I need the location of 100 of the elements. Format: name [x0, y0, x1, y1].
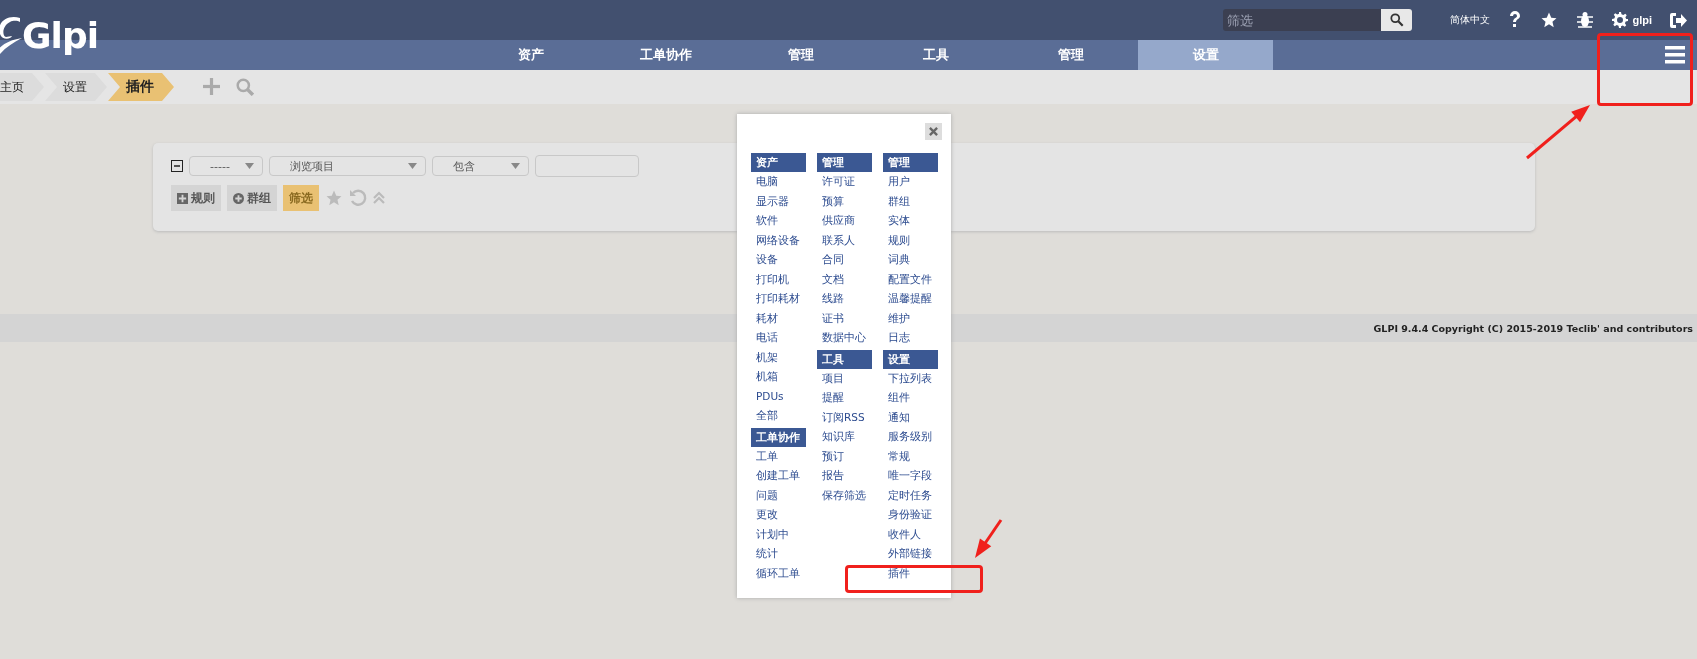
nav-tab[interactable]: 资产 — [463, 40, 598, 70]
breadcrumb-link[interactable]: 主页 — [0, 73, 44, 101]
user-button[interactable]: glpi — [1612, 12, 1652, 28]
menu-item[interactable]: 创建工单 — [751, 466, 806, 486]
menu-item[interactable]: 打印耗材 — [751, 289, 806, 309]
logo-text: Glpi — [22, 18, 98, 54]
star-icon[interactable] — [325, 189, 343, 207]
menu-item[interactable]: 统计 — [751, 544, 806, 564]
menu-item[interactable]: 许可证 — [817, 172, 872, 192]
add-rule-button[interactable]: 规则 — [171, 185, 221, 211]
menu-item[interactable]: 预算 — [817, 191, 872, 211]
menu-item[interactable]: 网络设备 — [751, 230, 806, 250]
menu-item[interactable]: 通知 — [883, 407, 938, 427]
menu-item[interactable]: 耗材 — [751, 308, 806, 328]
menu-section-title: 资产 — [751, 153, 806, 172]
menu-item[interactable]: 电脑 — [751, 172, 806, 192]
operator-select[interactable]: 包含 — [432, 156, 529, 176]
menu-item[interactable]: 更改 — [751, 505, 806, 525]
copyright-text: GLPI 9.4.4 Copyright (C) 2015-2019 Teclib' and contributors — [1373, 322, 1693, 334]
menu-item[interactable]: 证书 — [817, 308, 872, 328]
menu-section-title: 工单协作 — [751, 427, 806, 447]
menu-item[interactable]: 循环工单 — [751, 563, 806, 583]
menu-item[interactable]: 群组 — [883, 191, 938, 211]
menu-item[interactable]: 组件 — [883, 388, 938, 408]
menu-item[interactable]: 联系人 — [817, 230, 872, 250]
menu-item[interactable]: 身份验证 — [883, 505, 938, 525]
star-icon — [1540, 11, 1559, 29]
menu-item[interactable]: 插件 — [883, 563, 938, 583]
menu-item[interactable]: 规则 — [883, 230, 938, 250]
help-button[interactable] — [1508, 11, 1523, 29]
menu-item[interactable]: 数据中心 — [817, 328, 872, 348]
menu-icon — [1665, 46, 1685, 64]
menu-item[interactable]: PDUs — [751, 386, 806, 406]
nav-tab[interactable]: 工具 — [868, 40, 1003, 70]
favorites-button[interactable] — [1540, 11, 1559, 29]
caret-icon — [408, 163, 417, 169]
logout-button[interactable] — [1670, 12, 1687, 28]
menu-item[interactable]: 温馨提醒 — [883, 289, 938, 309]
pointer-arrow — [1526, 105, 1590, 160]
menu-item[interactable]: 服务级别 — [883, 427, 938, 447]
menu-item[interactable]: 设备 — [751, 250, 806, 270]
menu-item[interactable]: 文档 — [817, 269, 872, 289]
menu-item[interactable]: 保存筛选 — [817, 485, 872, 505]
search-field[interactable]: 筛选 — [1223, 9, 1382, 31]
debug-button[interactable] — [1576, 11, 1595, 29]
menu-item[interactable]: 提醒 — [817, 388, 872, 408]
nav-tab[interactable]: 管理 — [733, 40, 868, 70]
menu-item[interactable]: 计划中 — [751, 524, 806, 544]
close-button[interactable] — [925, 123, 942, 140]
menu-item[interactable]: 外部链接 — [883, 544, 938, 564]
menu-item[interactable]: 实体 — [883, 211, 938, 231]
help-icon — [1508, 11, 1523, 29]
menu-item[interactable]: 软件 — [751, 211, 806, 231]
pointer-arrow — [975, 519, 1003, 558]
menu-item[interactable]: 收件人 — [883, 524, 938, 544]
gear-icon — [1612, 12, 1629, 28]
menu-item[interactable]: 预订 — [817, 446, 872, 466]
logo-swoosh-icon — [0, 14, 22, 54]
menu-item[interactable]: 定时任务 — [883, 485, 938, 505]
language-link[interactable]: 简体中文 — [1450, 13, 1491, 27]
menu-item[interactable]: 唯一字段 — [883, 466, 938, 486]
menu-item[interactable]: 维护 — [883, 308, 938, 328]
menu-item[interactable]: 机箱 — [751, 367, 806, 387]
close-icon — [929, 127, 938, 136]
menu-item[interactable]: 打印机 — [751, 269, 806, 289]
bug-icon — [1576, 11, 1595, 29]
menu-item[interactable]: 词典 — [883, 250, 938, 270]
caret-icon — [245, 163, 254, 169]
field-select[interactable]: ----- — [189, 156, 263, 176]
add-group-button[interactable]: 群组 — [227, 185, 277, 211]
menu-item[interactable]: 合同 — [817, 250, 872, 270]
menu-item[interactable]: 订阅RSS — [817, 407, 872, 427]
menu-item[interactable]: 用户 — [883, 172, 938, 192]
menu-item[interactable]: 下拉列表 — [883, 368, 938, 388]
menu-item[interactable]: 报告 — [817, 466, 872, 486]
nav-tab[interactable]: 管理 — [1003, 40, 1138, 70]
value-field[interactable] — [535, 155, 639, 177]
menu-item[interactable]: 常规 — [883, 446, 938, 466]
menu-item[interactable]: 供应商 — [817, 211, 872, 231]
menu-item[interactable]: 显示器 — [751, 191, 806, 211]
menu-item[interactable]: 项目 — [817, 368, 872, 388]
menu-item[interactable]: 工单 — [751, 446, 806, 466]
menu-item[interactable]: 日志 — [883, 328, 938, 348]
menu-item[interactable]: 知识库 — [817, 427, 872, 447]
menu-item[interactable]: 配置文件 — [883, 269, 938, 289]
menu-section-title: 设置 — [883, 349, 938, 369]
collapse-icon — [171, 160, 183, 172]
search-button[interactable] — [1381, 9, 1413, 31]
menu-section-title: 管理 — [883, 153, 938, 172]
logout-icon — [1670, 12, 1687, 28]
breadcrumb-link[interactable]: 插件 — [108, 73, 174, 101]
menu-item[interactable]: 全部 — [751, 406, 806, 426]
menu-item[interactable]: 电话 — [751, 328, 806, 348]
breadcrumb-link[interactable]: 设置 — [45, 73, 107, 101]
menu-section-title: 工具 — [817, 349, 872, 369]
item-select[interactable]: 浏览项目 — [269, 156, 426, 176]
menu-item[interactable]: 线路 — [817, 289, 872, 309]
menu-item[interactable]: 机架 — [751, 347, 806, 367]
nav-tab[interactable]: 工单协作 — [598, 40, 733, 70]
menu-item[interactable]: 问题 — [751, 485, 806, 505]
